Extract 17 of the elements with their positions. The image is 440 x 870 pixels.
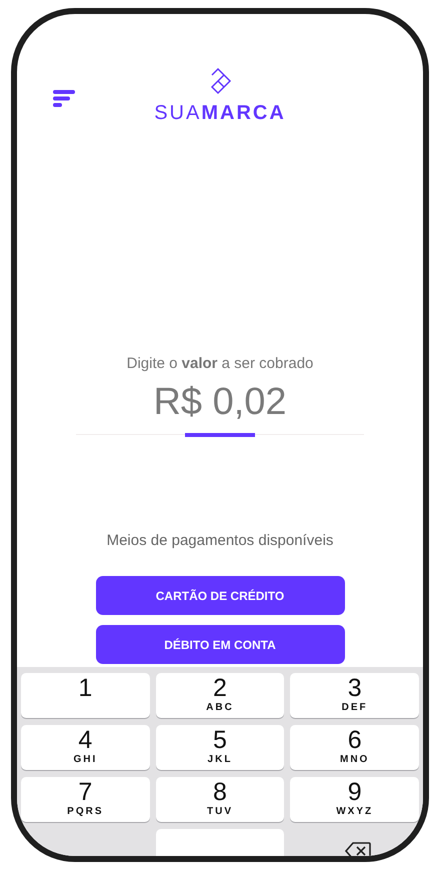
keypad-key[interactable]: 9 WXYZ xyxy=(290,777,419,822)
backspace-icon[interactable] xyxy=(345,842,371,856)
keypad-key[interactable]: 7 PQRS xyxy=(21,777,150,822)
payment-button[interactable]: CARTÃO DE CRÉDITO xyxy=(96,576,344,615)
keypad-key[interactable]: 6 MNO xyxy=(290,725,419,770)
amount-prompt: Digite o valor a ser cobrado xyxy=(126,354,314,374)
keypad-key[interactable]: 2 ABC xyxy=(156,673,284,718)
payment-title: Meios de pagamentos disponíveis xyxy=(106,530,334,550)
keypad-key[interactable]: 8 TUV xyxy=(156,777,284,822)
menu-icon[interactable] xyxy=(53,90,75,107)
brand-name: SUAMARCA xyxy=(154,101,286,126)
keypad-key[interactable]: 3 DEF xyxy=(290,673,419,718)
keypad-key[interactable]: 5 JKL xyxy=(156,725,284,770)
keypad-key[interactable]: 1 xyxy=(21,673,150,718)
amount-value: R$ 0,02 xyxy=(153,380,287,424)
payment-button[interactable]: DÉBITO EM CONTA xyxy=(96,625,344,664)
keypad-key[interactable]: 4 GHI xyxy=(21,725,150,770)
